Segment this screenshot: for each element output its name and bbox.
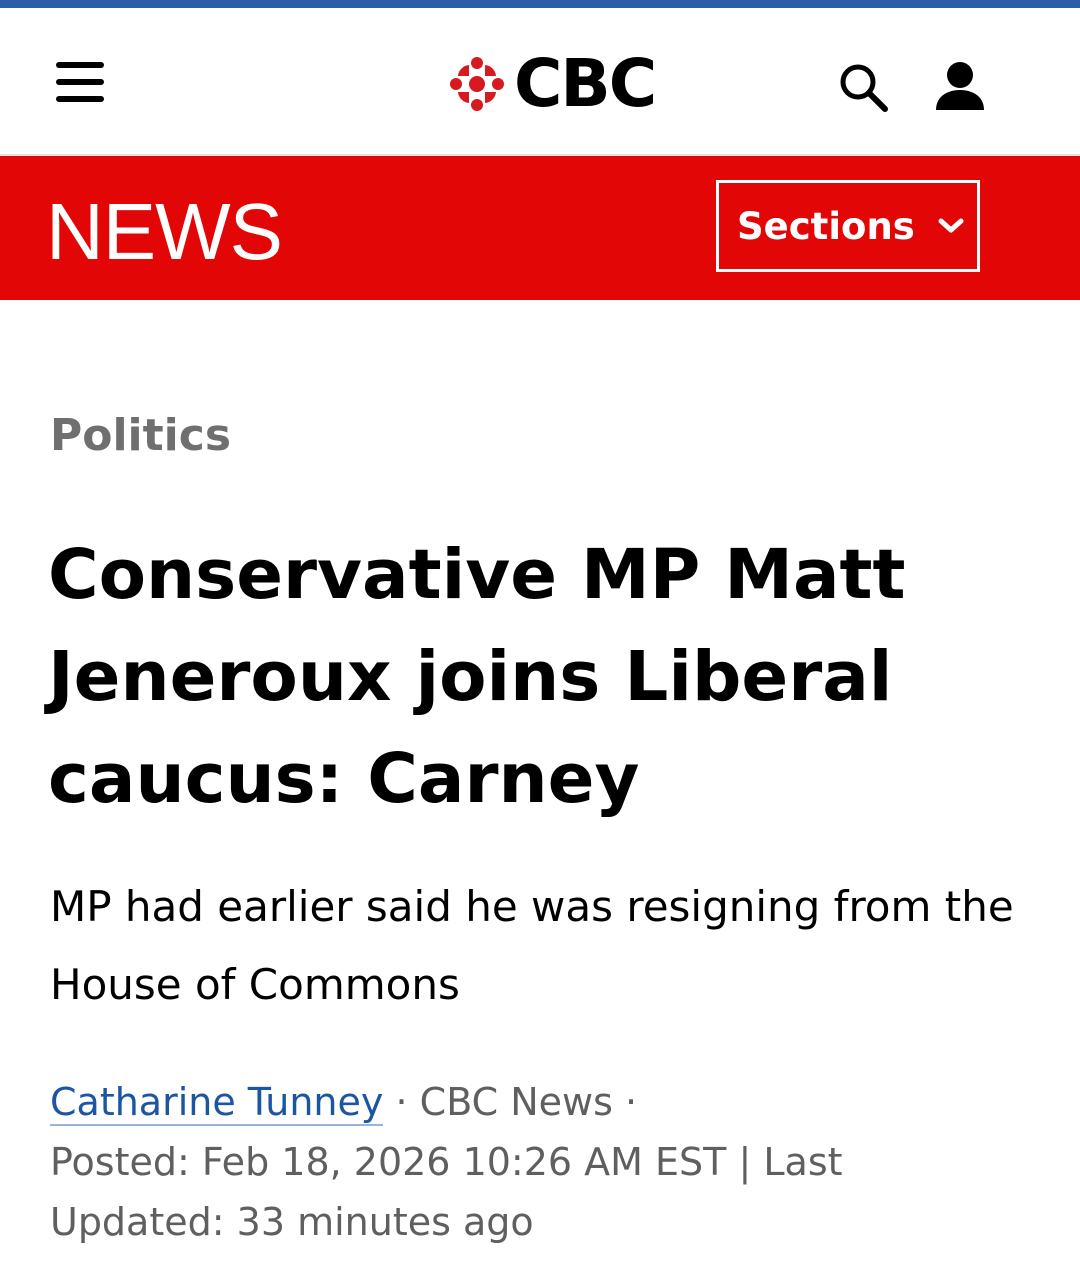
article-headline: Conservative MP Matt Jeneroux joins Libe… xyxy=(48,535,906,819)
news-section-bar: NEWS Sections xyxy=(0,156,1080,300)
news-title[interactable]: NEWS xyxy=(46,192,283,272)
timestamp-divider: | xyxy=(738,1140,752,1184)
cbc-logo[interactable]: CBC xyxy=(448,45,657,122)
sections-dropdown-button[interactable]: Sections xyxy=(716,180,980,272)
posted-label: Posted: xyxy=(50,1140,190,1184)
user-account-icon[interactable] xyxy=(932,58,988,114)
author-link[interactable]: Catharine Tunney xyxy=(50,1080,384,1126)
chevron-down-icon xyxy=(938,218,964,233)
brand-wordmark: CBC xyxy=(514,45,657,122)
search-icon[interactable] xyxy=(836,60,890,114)
article-dek: MP had earlier said he was resigning fro… xyxy=(50,882,1014,1009)
sections-label: Sections xyxy=(737,204,915,248)
byline-separator-2: · xyxy=(624,1080,638,1124)
hamburger-menu-icon[interactable] xyxy=(52,60,108,104)
byline-separator: · xyxy=(395,1080,408,1124)
article-byline: Catharine Tunney · CBC News · Posted: Fe… xyxy=(50,1072,1010,1252)
updated-value: 33 minutes ago xyxy=(236,1200,534,1244)
cbc-gem-icon xyxy=(450,57,504,111)
outlet-name: CBC News xyxy=(419,1080,613,1124)
top-accent-strip xyxy=(0,0,1080,8)
posted-date: Feb 18, 2026 10:26 AM EST xyxy=(201,1140,727,1184)
article-category[interactable]: Politics xyxy=(50,410,231,463)
top-navigation-bar: CBC xyxy=(0,8,1080,156)
